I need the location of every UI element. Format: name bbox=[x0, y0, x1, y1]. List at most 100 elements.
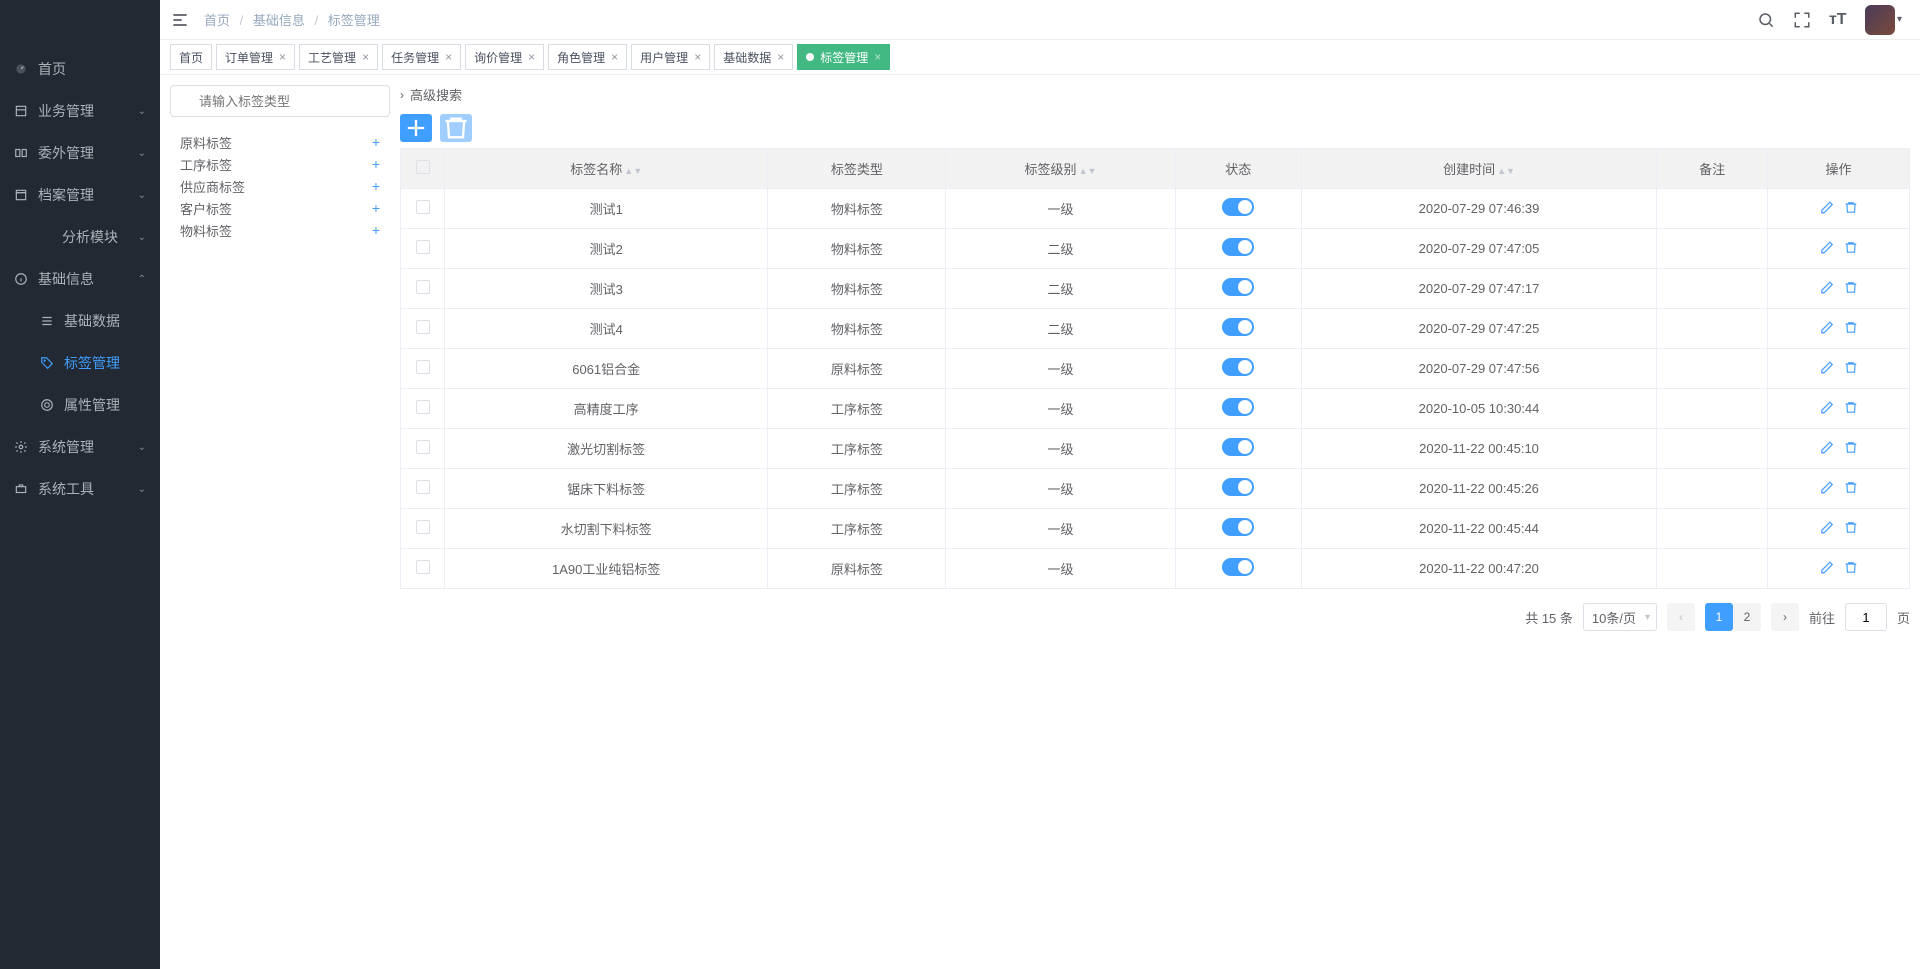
sidebar-item-属性管理[interactable]: 属性管理 bbox=[0, 384, 160, 426]
tab-询价管理[interactable]: 询价管理× bbox=[465, 44, 544, 70]
sidebar-item-业务管理[interactable]: 业务管理⌄ bbox=[0, 90, 160, 132]
delete-icon[interactable] bbox=[1844, 279, 1858, 296]
sidebar-item-系统管理[interactable]: 系统管理⌄ bbox=[0, 426, 160, 468]
goto-page-input[interactable] bbox=[1845, 603, 1887, 631]
close-icon[interactable]: × bbox=[362, 50, 369, 64]
category-item[interactable]: 工序标签+ bbox=[180, 153, 380, 175]
fullscreen-icon[interactable] bbox=[1793, 11, 1811, 29]
delete-icon[interactable] bbox=[1844, 399, 1858, 416]
add-icon[interactable]: + bbox=[372, 178, 380, 194]
category-item[interactable]: 供应商标签+ bbox=[180, 175, 380, 197]
menu-toggle-icon[interactable] bbox=[170, 10, 190, 30]
close-icon[interactable]: × bbox=[611, 50, 618, 64]
delete-icon[interactable] bbox=[1844, 479, 1858, 496]
row-checkbox[interactable] bbox=[416, 480, 430, 494]
sidebar-item-系统工具[interactable]: 系统工具⌄ bbox=[0, 468, 160, 510]
breadcrumb-item[interactable]: 基础信息 bbox=[253, 13, 305, 28]
status-switch[interactable] bbox=[1222, 518, 1254, 536]
tab-标签管理[interactable]: 标签管理× bbox=[797, 44, 890, 70]
add-icon[interactable]: + bbox=[372, 200, 380, 216]
edit-icon[interactable] bbox=[1820, 439, 1834, 456]
delete-icon[interactable] bbox=[1844, 199, 1858, 216]
delete-icon[interactable] bbox=[1844, 439, 1858, 456]
col-level[interactable]: 标签级别▲▼ bbox=[946, 149, 1175, 189]
sidebar-item-标签管理[interactable]: 标签管理 bbox=[0, 342, 160, 384]
row-checkbox[interactable] bbox=[416, 280, 430, 294]
add-icon[interactable]: + bbox=[372, 156, 380, 172]
close-icon[interactable]: × bbox=[528, 50, 535, 64]
edit-icon[interactable] bbox=[1820, 239, 1834, 256]
tab-基础数据[interactable]: 基础数据× bbox=[714, 44, 793, 70]
close-icon[interactable]: × bbox=[445, 50, 452, 64]
sidebar-item-基础数据[interactable]: 基础数据 bbox=[0, 300, 160, 342]
close-icon[interactable]: × bbox=[777, 50, 784, 64]
edit-icon[interactable] bbox=[1820, 319, 1834, 336]
prev-page-button[interactable]: ‹ bbox=[1667, 603, 1695, 631]
breadcrumb-item[interactable]: 首页 bbox=[204, 13, 230, 28]
row-checkbox[interactable] bbox=[416, 560, 430, 574]
row-checkbox[interactable] bbox=[416, 400, 430, 414]
font-size-icon[interactable]: тT bbox=[1829, 11, 1847, 29]
search-icon[interactable] bbox=[1757, 11, 1775, 29]
next-page-button[interactable]: › bbox=[1771, 603, 1799, 631]
status-switch[interactable] bbox=[1222, 398, 1254, 416]
page-size-select[interactable]: 10条/页 bbox=[1583, 603, 1657, 631]
delete-icon[interactable] bbox=[1844, 239, 1858, 256]
select-all-checkbox[interactable] bbox=[416, 160, 430, 174]
tab-工艺管理[interactable]: 工艺管理× bbox=[299, 44, 378, 70]
row-checkbox[interactable] bbox=[416, 320, 430, 334]
row-checkbox[interactable] bbox=[416, 200, 430, 214]
sidebar-item-委外管理[interactable]: 委外管理⌄ bbox=[0, 132, 160, 174]
status-switch[interactable] bbox=[1222, 478, 1254, 496]
close-icon[interactable]: × bbox=[694, 50, 701, 64]
category-item[interactable]: 物料标签+ bbox=[180, 219, 380, 241]
page-button[interactable]: 1 bbox=[1705, 603, 1733, 631]
sidebar-item-档案管理[interactable]: 档案管理⌄ bbox=[0, 174, 160, 216]
close-icon[interactable]: × bbox=[874, 50, 881, 64]
sidebar-item-基础信息[interactable]: 基础信息⌃ bbox=[0, 258, 160, 300]
status-switch[interactable] bbox=[1222, 558, 1254, 576]
delete-icon[interactable] bbox=[1844, 519, 1858, 536]
category-search-input[interactable] bbox=[170, 85, 390, 117]
tab-任务管理[interactable]: 任务管理× bbox=[382, 44, 461, 70]
category-item[interactable]: 原料标签+ bbox=[180, 131, 380, 153]
row-checkbox[interactable] bbox=[416, 440, 430, 454]
close-icon[interactable]: × bbox=[279, 50, 286, 64]
status-switch[interactable] bbox=[1222, 238, 1254, 256]
advanced-search-toggle[interactable]: › 高级搜索 bbox=[400, 85, 1910, 104]
tab-订单管理[interactable]: 订单管理× bbox=[216, 44, 295, 70]
user-avatar-dropdown[interactable]: ▾ bbox=[1865, 5, 1902, 35]
delete-icon[interactable] bbox=[1844, 359, 1858, 376]
cell-created: 2020-07-29 07:47:25 bbox=[1301, 309, 1656, 349]
category-item[interactable]: 客户标签+ bbox=[180, 197, 380, 219]
edit-icon[interactable] bbox=[1820, 479, 1834, 496]
edit-icon[interactable] bbox=[1820, 559, 1834, 576]
status-switch[interactable] bbox=[1222, 278, 1254, 296]
status-switch[interactable] bbox=[1222, 438, 1254, 456]
delete-icon[interactable] bbox=[1844, 559, 1858, 576]
add-icon[interactable]: + bbox=[372, 134, 380, 150]
add-icon[interactable]: + bbox=[372, 222, 380, 238]
delete-icon[interactable] bbox=[1844, 319, 1858, 336]
edit-icon[interactable] bbox=[1820, 519, 1834, 536]
row-checkbox[interactable] bbox=[416, 360, 430, 374]
sidebar-item-分析模块[interactable]: 分析模块⌄ bbox=[0, 216, 160, 258]
edit-icon[interactable] bbox=[1820, 359, 1834, 376]
page-button[interactable]: 2 bbox=[1733, 603, 1761, 631]
tab-角色管理[interactable]: 角色管理× bbox=[548, 44, 627, 70]
status-switch[interactable] bbox=[1222, 198, 1254, 216]
delete-button[interactable] bbox=[440, 114, 472, 142]
edit-icon[interactable] bbox=[1820, 399, 1834, 416]
edit-icon[interactable] bbox=[1820, 279, 1834, 296]
sidebar-item-首页[interactable]: 首页 bbox=[0, 48, 160, 90]
tab-用户管理[interactable]: 用户管理× bbox=[631, 44, 710, 70]
edit-icon[interactable] bbox=[1820, 199, 1834, 216]
row-checkbox[interactable] bbox=[416, 240, 430, 254]
status-switch[interactable] bbox=[1222, 318, 1254, 336]
tab-首页[interactable]: 首页 bbox=[170, 44, 212, 70]
col-name[interactable]: 标签名称▲▼ bbox=[445, 149, 768, 189]
col-created[interactable]: 创建时间▲▼ bbox=[1301, 149, 1656, 189]
status-switch[interactable] bbox=[1222, 358, 1254, 376]
row-checkbox[interactable] bbox=[416, 520, 430, 534]
add-button[interactable] bbox=[400, 114, 432, 142]
